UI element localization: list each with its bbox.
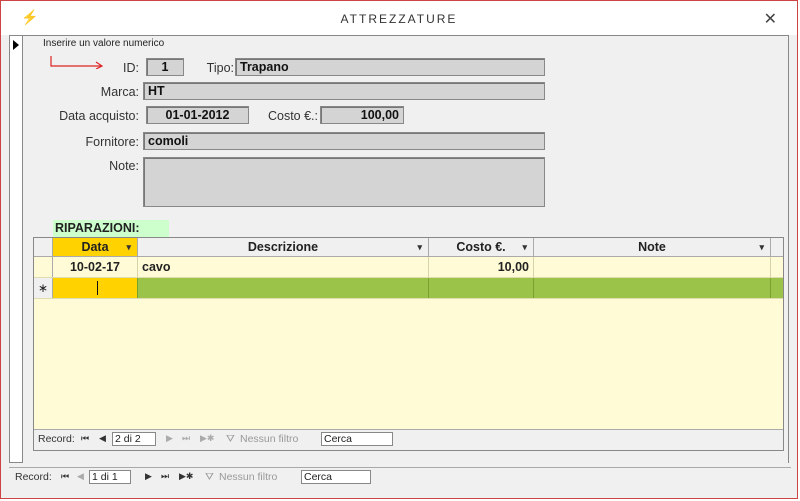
cell-costo[interactable]: 10,00 bbox=[429, 257, 534, 277]
chevron-down-icon[interactable]: ▾ bbox=[417, 238, 422, 256]
grid-header: Data ▾ Descrizione ▾ Costo €. ▾ Note ▾ bbox=[34, 238, 783, 257]
current-record-indicator-icon bbox=[13, 40, 19, 50]
filter-label: Nessun filtro bbox=[219, 471, 278, 483]
cell-data[interactable]: 10-02-17 bbox=[53, 257, 138, 277]
column-header-label: Note bbox=[638, 240, 666, 254]
chevron-down-icon[interactable]: ▾ bbox=[759, 238, 764, 256]
fornitore-field[interactable]: comoli bbox=[143, 132, 545, 150]
tipo-label: Tipo: bbox=[206, 61, 234, 75]
column-header-note[interactable]: Note ▾ bbox=[534, 238, 771, 256]
column-header-costo[interactable]: Costo €. ▾ bbox=[429, 238, 534, 256]
record-selector[interactable] bbox=[9, 35, 23, 463]
filter-icon: ⛛ bbox=[226, 433, 235, 445]
new-record-icon[interactable]: ▶✱ bbox=[200, 433, 214, 444]
validation-hint: Inserire un valore numerico bbox=[43, 38, 165, 49]
title-bar: ⚡ ATTREZZATURE ✕ bbox=[1, 1, 797, 35]
last-record-icon[interactable]: ⏭ bbox=[161, 471, 169, 482]
filter-indicator[interactable]: ⛛ Nessun filtro bbox=[205, 471, 277, 483]
filter-indicator[interactable]: ⛛ Nessun filtro bbox=[226, 433, 298, 445]
main-record-navigator: Record: ⏮ ◀ 1 di 1 ▶ ⏭ ▶✱ ⛛ Nessun filtro… bbox=[9, 467, 791, 490]
first-record-icon[interactable]: ⏮ bbox=[61, 471, 69, 482]
id-field[interactable]: 1 bbox=[146, 58, 184, 76]
tipo-field[interactable]: Trapano bbox=[235, 58, 545, 76]
chevron-down-icon[interactable]: ▾ bbox=[126, 238, 131, 256]
first-record-icon[interactable]: ⏮ bbox=[81, 433, 89, 444]
new-cell-data[interactable] bbox=[53, 278, 138, 298]
next-record-icon[interactable]: ▶ bbox=[166, 433, 173, 444]
new-cell-descrizione[interactable] bbox=[138, 278, 429, 298]
marca-field[interactable]: HT bbox=[143, 82, 545, 100]
search-input[interactable]: Cerca bbox=[321, 432, 393, 446]
chevron-down-icon[interactable]: ▾ bbox=[522, 238, 527, 256]
record-label: Record: bbox=[15, 471, 52, 483]
costo-field[interactable]: 100,00 bbox=[320, 106, 404, 124]
select-all-cell[interactable] bbox=[34, 238, 53, 256]
id-label: ID: bbox=[123, 61, 139, 75]
column-header-data[interactable]: Data ▾ bbox=[53, 238, 138, 256]
costo-label: Costo €.: bbox=[267, 109, 318, 123]
riparazioni-subform: Data ▾ Descrizione ▾ Costo €. ▾ Note ▾ 1… bbox=[33, 237, 784, 451]
last-record-icon[interactable]: ⏭ bbox=[182, 433, 190, 444]
main-window: ⚡ ATTREZZATURE ✕ Inserire un valore nume… bbox=[0, 0, 798, 499]
record-position-box[interactable]: 1 di 1 bbox=[89, 470, 131, 484]
new-cell-note[interactable] bbox=[534, 278, 771, 298]
subform-record-navigator: Record: ⏮ ◀ 2 di 2 ▶ ⏭ ▶✱ ⛛ Nessun filtro… bbox=[34, 429, 783, 450]
cell-descrizione[interactable]: cavo bbox=[138, 257, 429, 277]
window-title: ATTREZZATURE bbox=[340, 12, 458, 26]
data-acquisto-label: Data acquisto: bbox=[59, 109, 139, 123]
new-record-row[interactable]: ∗ bbox=[34, 278, 783, 299]
previous-record-icon[interactable]: ◀ bbox=[77, 471, 84, 482]
search-input[interactable]: Cerca bbox=[301, 470, 371, 484]
filter-icon: ⛛ bbox=[205, 471, 214, 483]
record-label: Record: bbox=[38, 433, 75, 445]
note-label: Note: bbox=[109, 159, 139, 173]
table-row[interactable]: 10-02-17 cavo 10,00 bbox=[34, 257, 783, 278]
new-record-icon[interactable]: ▶✱ bbox=[179, 471, 193, 482]
column-header-label: Descrizione bbox=[247, 240, 319, 254]
row-selector[interactable] bbox=[34, 257, 53, 277]
previous-record-icon[interactable]: ◀ bbox=[99, 433, 106, 444]
riparazioni-label: RIPARAZIONI: bbox=[53, 220, 169, 237]
fornitore-label: Fornitore: bbox=[85, 135, 140, 149]
note-field[interactable] bbox=[143, 157, 545, 207]
column-header-descrizione[interactable]: Descrizione ▾ bbox=[138, 238, 429, 256]
cell-note[interactable] bbox=[534, 257, 771, 277]
filter-label: Nessun filtro bbox=[240, 433, 299, 445]
data-acquisto-field[interactable]: 01-01-2012 bbox=[146, 106, 249, 124]
text-cursor bbox=[97, 281, 98, 295]
column-header-label: Costo €. bbox=[456, 240, 506, 254]
new-cell-costo[interactable] bbox=[429, 278, 534, 298]
close-button[interactable]: ✕ bbox=[764, 9, 777, 29]
marca-label: Marca: bbox=[100, 85, 139, 99]
column-header-label: Data bbox=[81, 240, 109, 254]
record-position-box[interactable]: 2 di 2 bbox=[112, 432, 156, 446]
next-record-icon[interactable]: ▶ bbox=[145, 471, 152, 482]
arrow-icon bbox=[50, 56, 104, 69]
new-record-marker: ∗ bbox=[34, 278, 53, 298]
